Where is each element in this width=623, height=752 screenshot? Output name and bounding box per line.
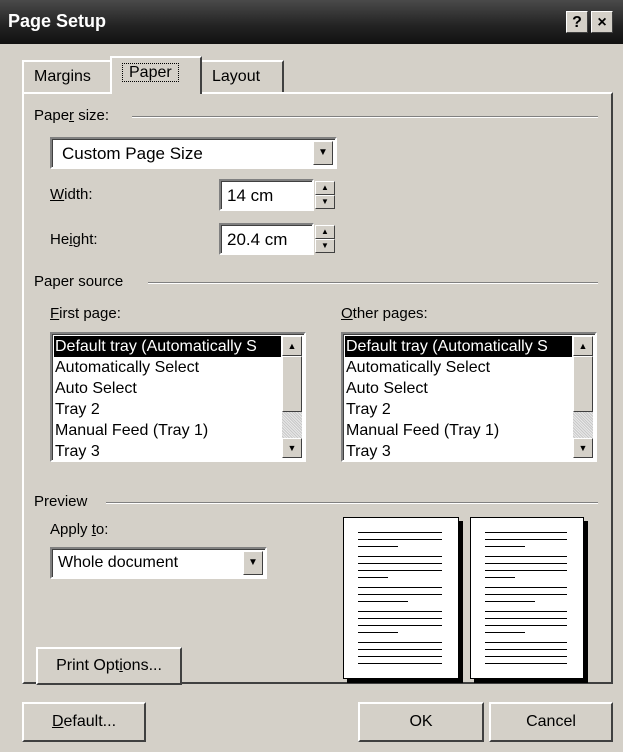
title-bar: Page Setup ? × [0, 0, 623, 44]
divider [132, 116, 598, 118]
list-item[interactable]: Tray 3 [54, 441, 100, 460]
apply-to-select[interactable]: Whole document ▼ [50, 547, 267, 579]
paper-source-group-label: Paper source [34, 273, 124, 290]
height-field[interactable]: 20.4 cm [219, 223, 314, 255]
list-item[interactable]: Auto Select [54, 378, 137, 399]
paper-size-value: Custom Page Size [62, 144, 203, 163]
list-item[interactable]: Manual Feed (Tray 1) [54, 420, 208, 441]
spin-down-icon[interactable]: ▼ [315, 239, 335, 253]
scroll-down-icon[interactable]: ▼ [282, 438, 302, 458]
preview-page-right [470, 517, 584, 679]
spin-up-icon[interactable]: ▲ [315, 225, 335, 239]
list-item[interactable]: Automatically Select [54, 357, 199, 378]
width-spinner[interactable]: ▲ ▼ [315, 181, 335, 209]
scroll-thumb[interactable] [282, 356, 302, 412]
tab-paper[interactable]: Paper [110, 56, 202, 94]
paper-size-group-label: Paper size: [34, 107, 110, 124]
scrollbar[interactable]: ▲ ▼ [573, 336, 593, 458]
list-item[interactable]: Tray 2 [345, 399, 391, 420]
paper-size-select[interactable]: Custom Page Size ▼ [50, 137, 337, 169]
tab-paper-label: Paper [122, 63, 179, 82]
height-label: Height: [50, 231, 98, 248]
spin-down-icon[interactable]: ▼ [315, 195, 335, 209]
scroll-thumb[interactable] [573, 356, 593, 412]
tab-layout-label: Layout [212, 68, 261, 85]
tab-margins[interactable]: Margins [22, 60, 112, 92]
width-field[interactable]: 14 cm [219, 179, 314, 211]
print-options-button[interactable]: Print Options... [36, 647, 182, 685]
tab-margins-label: Margins [34, 68, 91, 85]
scrollbar[interactable]: ▲ ▼ [282, 336, 302, 458]
spin-up-icon[interactable]: ▲ [315, 181, 335, 195]
scroll-up-icon[interactable]: ▲ [282, 336, 302, 356]
apply-to-value: Whole document [58, 554, 179, 571]
other-pages-label: Other pages: [341, 305, 428, 322]
first-page-label: First page: [50, 305, 121, 322]
apply-to-label: Apply to: [50, 521, 109, 538]
chevron-down-icon[interactable]: ▼ [243, 551, 263, 575]
list-item[interactable]: Tray 2 [54, 399, 100, 420]
list-item[interactable]: Auto Select [345, 378, 428, 399]
scroll-down-icon[interactable]: ▼ [573, 438, 593, 458]
default-button[interactable]: Default... [22, 702, 146, 742]
list-item[interactable]: Automatically Select [345, 357, 490, 378]
first-page-list[interactable]: Default tray (Automatically S Automatica… [50, 332, 306, 462]
cancel-button[interactable]: Cancel [489, 702, 613, 742]
close-button[interactable]: × [591, 11, 613, 33]
tab-layout[interactable]: Layout [200, 60, 284, 92]
list-item[interactable]: Default tray (Automatically S [54, 336, 281, 357]
window-title: Page Setup [8, 11, 107, 31]
height-spinner[interactable]: ▲ ▼ [315, 225, 335, 253]
preview-page-left [343, 517, 459, 679]
other-pages-list[interactable]: Default tray (Automatically S Automatica… [341, 332, 597, 462]
width-label: Width: [50, 186, 93, 203]
help-button[interactable]: ? [566, 11, 588, 33]
chevron-down-icon[interactable]: ▼ [313, 141, 333, 165]
list-item[interactable]: Tray 3 [345, 441, 391, 460]
list-item[interactable]: Manual Feed (Tray 1) [345, 420, 499, 441]
divider [106, 502, 598, 504]
divider [148, 282, 598, 284]
list-item[interactable]: Default tray (Automatically S [345, 336, 572, 357]
preview-group-label: Preview [34, 493, 88, 510]
ok-button[interactable]: OK [358, 702, 484, 742]
width-value: 14 cm [227, 186, 274, 205]
height-value: 20.4 cm [227, 230, 288, 249]
scroll-up-icon[interactable]: ▲ [573, 336, 593, 356]
